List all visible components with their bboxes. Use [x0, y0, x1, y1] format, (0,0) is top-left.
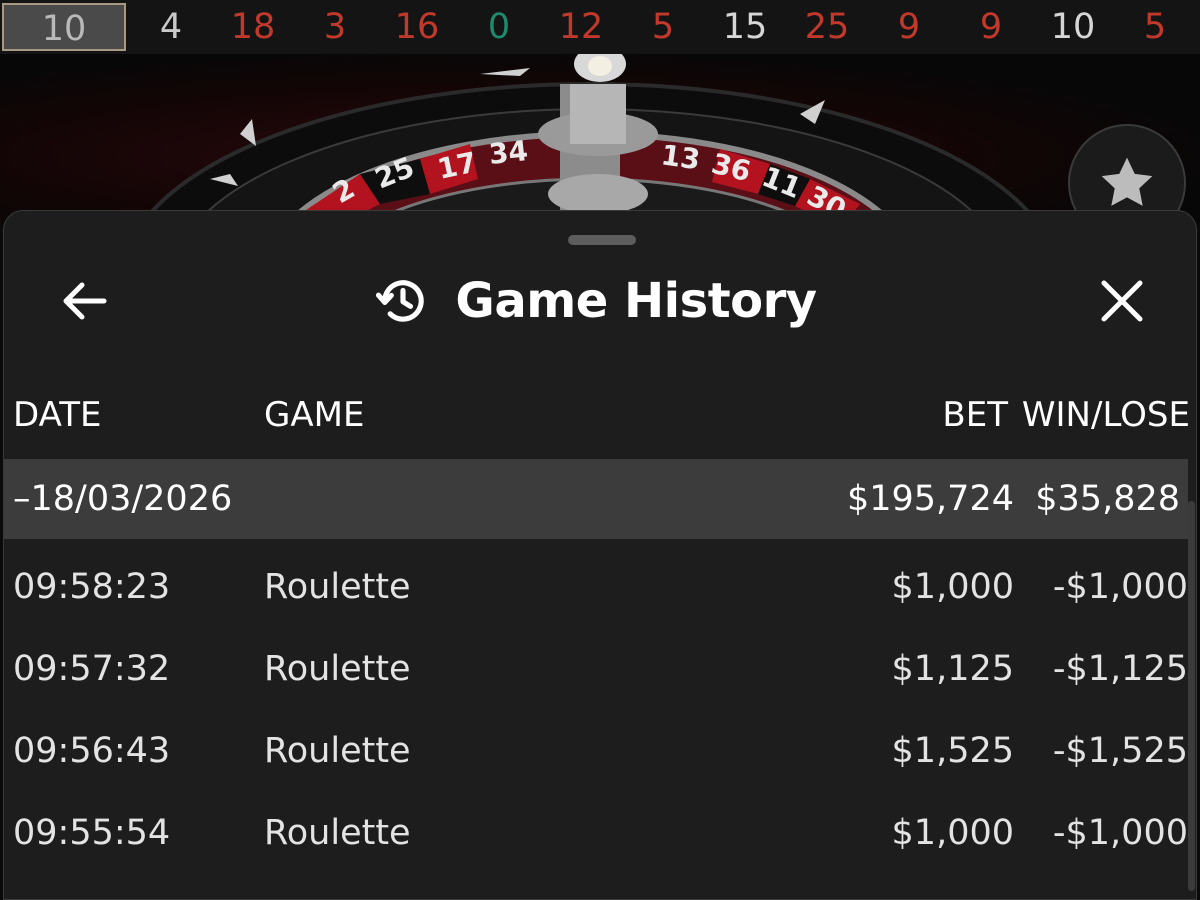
game-history-panel: Game History DATE GAME BET WIN/LOSE –18/…: [3, 210, 1197, 900]
panel-header: Game History: [4, 266, 1198, 336]
row-time: 09:57:32: [13, 649, 171, 689]
row-win-lose: -$1,525: [1052, 731, 1188, 771]
result-number: 9: [979, 7, 1003, 47]
row-game: Roulette: [264, 813, 411, 853]
result-number: 5: [651, 7, 675, 47]
row-bet: $1,000: [891, 567, 1014, 607]
row-win-lose: -$1,125: [1052, 649, 1188, 689]
roulette-wheel-video: 2 25 17 34 13 36 11 30: [0, 54, 1200, 224]
header-date: DATE: [13, 395, 102, 435]
result-number: 3: [323, 7, 347, 47]
roulette-wheel-image: 2 25 17 34 13 36 11 30: [139, 54, 1041, 224]
result-number: 12: [558, 7, 604, 47]
header-bet: BET: [942, 395, 1008, 435]
scrollbar[interactable]: [1188, 501, 1195, 891]
group-date: –18/03/2026: [13, 479, 233, 519]
close-icon: [1101, 280, 1143, 322]
svg-text:34: 34: [487, 134, 529, 171]
result-number: 16: [394, 7, 440, 47]
recent-results-strip: 10 4 18 3 16 0 12 5 15 25 9 9 10 5: [0, 0, 1200, 54]
table-header: DATE GAME BET WIN/LOSE: [4, 391, 1198, 441]
result-number: 4: [159, 7, 183, 47]
row-win-lose: -$1,000: [1052, 813, 1188, 853]
header-game: GAME: [264, 395, 365, 435]
svg-text:13: 13: [659, 138, 702, 176]
row-game: Roulette: [264, 649, 411, 689]
row-bet: $1,525: [891, 731, 1014, 771]
row-game: Roulette: [264, 731, 411, 771]
result-number: 9: [897, 7, 921, 47]
row-win-lose: -$1,000: [1052, 567, 1188, 607]
row-time: 09:58:23: [13, 567, 171, 607]
result-number: 15: [722, 7, 768, 47]
result-number: 5: [1143, 7, 1167, 47]
close-button[interactable]: [1090, 269, 1154, 333]
row-bet: $1,125: [891, 649, 1014, 689]
panel-title: Game History: [455, 273, 817, 329]
result-number: 10: [1050, 7, 1096, 47]
header-win-lose: WIN/LOSE: [1021, 395, 1190, 435]
table-row[interactable]: 09:58:23 Roulette $1,000 -$1,000: [4, 549, 1188, 631]
row-game: Roulette: [264, 567, 411, 607]
table-row[interactable]: 09:56:43 Roulette $1,525 -$1,525: [4, 713, 1188, 795]
drag-handle[interactable]: [568, 235, 636, 245]
result-number: 25: [804, 7, 850, 47]
date-group-row[interactable]: –18/03/2026 $195,724 $35,828: [4, 459, 1188, 539]
row-time: 09:55:54: [13, 813, 171, 853]
table-row[interactable]: 09:55:54 Roulette $1,000 -$1,000: [4, 795, 1188, 877]
group-bet-total: $195,724: [846, 479, 1014, 519]
result-number: 10: [2, 3, 126, 51]
result-number: 0: [487, 7, 511, 47]
history-icon: [376, 280, 425, 322]
row-time: 09:56:43: [13, 731, 171, 771]
result-number: 18: [230, 7, 276, 47]
row-bet: $1,000: [891, 813, 1014, 853]
group-win-lose-total: $35,828: [1035, 479, 1180, 519]
star-icon: [1101, 157, 1153, 206]
table-row[interactable]: 09:57:32 Roulette $1,125 -$1,125: [4, 631, 1188, 713]
